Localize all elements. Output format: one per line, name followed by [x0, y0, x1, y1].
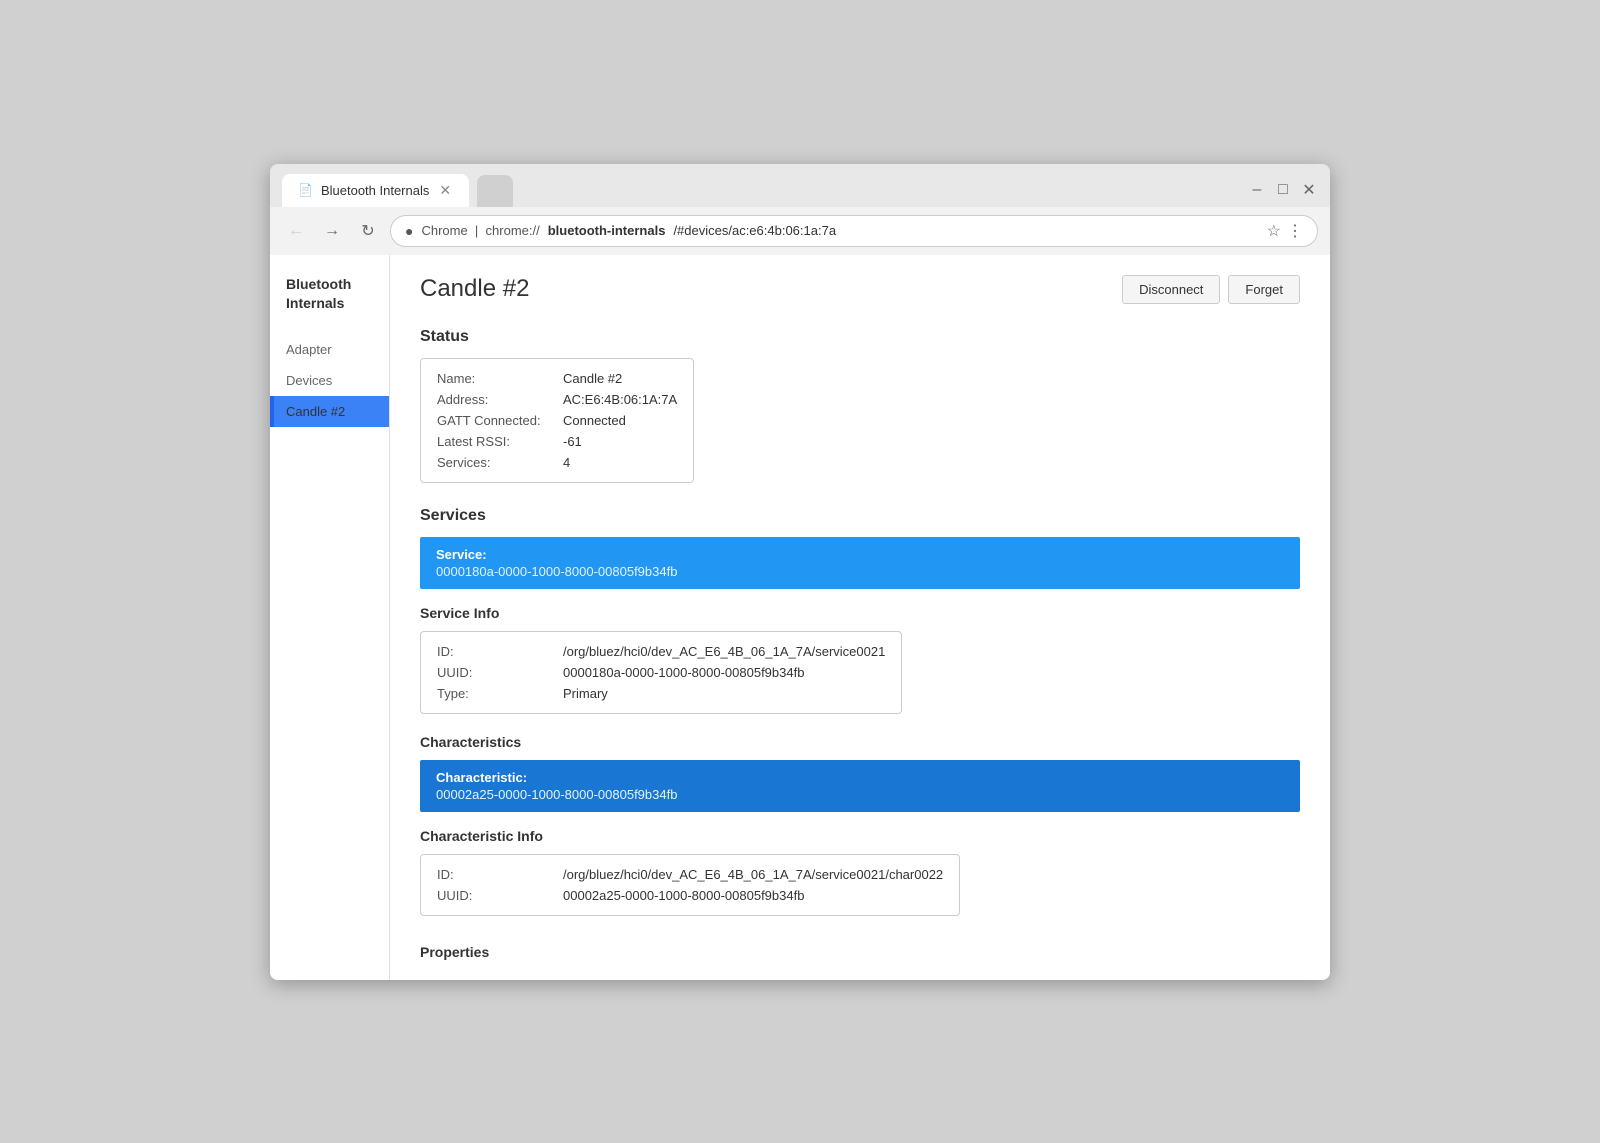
- title-bar: 📄 Bluetooth Internals ✕ – □ ✕: [270, 164, 1330, 207]
- service-uuid-row: UUID: 0000180a-0000-1000-8000-00805f9b34…: [437, 665, 885, 680]
- back-button[interactable]: ←: [282, 217, 310, 245]
- globe-icon: ●: [405, 223, 413, 239]
- service-id-value: /org/bluez/hci0/dev_AC_E6_4B_06_1A_7A/se…: [563, 644, 885, 659]
- tab-page-icon: 📄: [298, 183, 313, 197]
- status-rssi-row: Latest RSSI: -61: [437, 434, 677, 449]
- sidebar-item-adapter[interactable]: Adapter: [270, 334, 389, 365]
- sidebar-item-candle[interactable]: Candle #2: [270, 396, 389, 427]
- status-address-value: AC:E6:4B:06:1A:7A: [563, 392, 677, 407]
- reload-button[interactable]: ↻: [354, 217, 382, 245]
- char-uuid-label: UUID:: [437, 888, 557, 903]
- char-id-value: /org/bluez/hci0/dev_AC_E6_4B_06_1A_7A/se…: [563, 867, 943, 882]
- sidebar-item-devices[interactable]: Devices: [270, 365, 389, 396]
- page-title: Candle #2: [420, 275, 529, 303]
- status-gatt-label: GATT Connected:: [437, 413, 557, 428]
- char-id-label: ID:: [437, 867, 557, 882]
- characteristics-section-title: Characteristics: [420, 734, 1300, 750]
- status-address-row: Address: AC:E6:4B:06:1A:7A: [437, 392, 677, 407]
- status-name-value: Candle #2: [563, 371, 622, 386]
- service-id-label: ID:: [437, 644, 557, 659]
- window-controls: – □ ✕: [1248, 181, 1318, 207]
- status-gatt-row: GATT Connected: Connected: [437, 413, 677, 428]
- disconnect-button[interactable]: Disconnect: [1122, 275, 1220, 304]
- tab-title: Bluetooth Internals: [321, 183, 429, 198]
- char-bar-uuid: 00002a25-0000-1000-8000-00805f9b34fb: [436, 787, 1284, 802]
- char-bar-label: Characteristic:: [436, 770, 1284, 785]
- service-bar-uuid: 0000180a-0000-1000-8000-00805f9b34fb: [436, 564, 1284, 579]
- service-id-row: ID: /org/bluez/hci0/dev_AC_E6_4B_06_1A_7…: [437, 644, 885, 659]
- new-tab-placeholder: [477, 175, 513, 207]
- content-area: BluetoothInternals Adapter Devices Candl…: [270, 255, 1330, 980]
- url-path: /#devices/ac:e6:4b:06:1a:7a: [673, 223, 836, 238]
- address-bar[interactable]: ● Chrome | chrome:// bluetooth-internals…: [390, 215, 1318, 247]
- status-services-value: 4: [563, 455, 570, 470]
- tab-close-button[interactable]: ✕: [437, 182, 453, 199]
- status-name-label: Name:: [437, 371, 557, 386]
- forget-button[interactable]: Forget: [1228, 275, 1300, 304]
- status-info-box: Name: Candle #2 Address: AC:E6:4B:06:1A:…: [420, 358, 694, 483]
- toolbar: ← → ↻ ● Chrome | chrome:// bluetooth-int…: [270, 207, 1330, 255]
- maximize-button[interactable]: □: [1274, 181, 1292, 199]
- char-id-row: ID: /org/bluez/hci0/dev_AC_E6_4B_06_1A_7…: [437, 867, 943, 882]
- service-type-label: Type:: [437, 686, 557, 701]
- bookmark-icon[interactable]: ☆: [1267, 221, 1281, 241]
- services-section-title: Services: [420, 507, 1300, 525]
- char-info-title: Characteristic Info: [420, 828, 1300, 844]
- close-button[interactable]: ✕: [1300, 181, 1318, 199]
- header-buttons: Disconnect Forget: [1122, 275, 1300, 304]
- minimize-button[interactable]: –: [1248, 181, 1266, 199]
- url-prefix: Chrome | chrome://: [421, 223, 539, 238]
- forward-button[interactable]: →: [318, 217, 346, 245]
- active-tab[interactable]: 📄 Bluetooth Internals ✕: [282, 174, 469, 207]
- browser-window: 📄 Bluetooth Internals ✕ – □ ✕ ← → ↻ ● Ch…: [270, 164, 1330, 980]
- service-bar-label: Service:: [436, 547, 1284, 562]
- status-address-label: Address:: [437, 392, 557, 407]
- status-services-row: Services: 4: [437, 455, 677, 470]
- service-type-value: Primary: [563, 686, 608, 701]
- status-rssi-label: Latest RSSI:: [437, 434, 557, 449]
- status-rssi-value: -61: [563, 434, 582, 449]
- char-uuid-row: UUID: 00002a25-0000-1000-8000-00805f9b34…: [437, 888, 943, 903]
- status-gatt-value: Connected: [563, 413, 626, 428]
- properties-section-title: Properties: [420, 944, 1300, 960]
- service-info-title: Service Info: [420, 605, 1300, 621]
- characteristic-bar[interactable]: Characteristic: 00002a25-0000-1000-8000-…: [420, 760, 1300, 812]
- char-uuid-value: 00002a25-0000-1000-8000-00805f9b34fb: [563, 888, 804, 903]
- main-panel: Candle #2 Disconnect Forget Status Name:…: [390, 255, 1330, 980]
- status-services-label: Services:: [437, 455, 557, 470]
- service-bar[interactable]: Service: 0000180a-0000-1000-8000-00805f9…: [420, 537, 1300, 589]
- status-section-title: Status: [420, 328, 1300, 346]
- service-uuid-label: UUID:: [437, 665, 557, 680]
- address-actions: ☆ ⋮: [1267, 221, 1303, 241]
- sidebar: BluetoothInternals Adapter Devices Candl…: [270, 255, 390, 980]
- more-icon[interactable]: ⋮: [1287, 221, 1303, 241]
- page-header: Candle #2 Disconnect Forget: [420, 275, 1300, 304]
- url-host: bluetooth-internals: [548, 223, 666, 238]
- service-uuid-value: 0000180a-0000-1000-8000-00805f9b34fb: [563, 665, 804, 680]
- service-info-box: ID: /org/bluez/hci0/dev_AC_E6_4B_06_1A_7…: [420, 631, 902, 714]
- service-type-row: Type: Primary: [437, 686, 885, 701]
- status-name-row: Name: Candle #2: [437, 371, 677, 386]
- char-info-box: ID: /org/bluez/hci0/dev_AC_E6_4B_06_1A_7…: [420, 854, 960, 916]
- sidebar-app-title: BluetoothInternals: [270, 275, 389, 334]
